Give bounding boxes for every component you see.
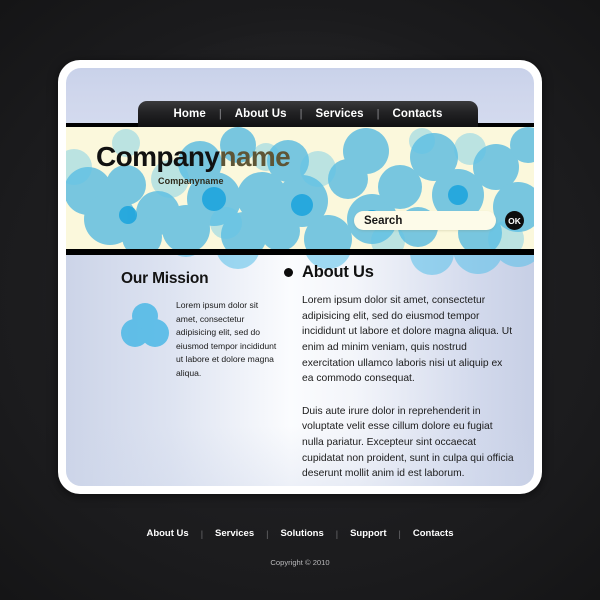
search-input[interactable]: Search <box>354 211 496 230</box>
website-card: Home | About Us | Services | Contacts Co… <box>58 60 542 494</box>
about-section: About Us Lorem ipsum dolor sit amet, con… <box>284 255 514 482</box>
footer-item-contacts[interactable]: Contacts <box>401 528 466 539</box>
main-navigation[interactable]: Home | About Us | Services | Contacts <box>138 101 478 127</box>
card-inner: Home | About Us | Services | Contacts Co… <box>66 68 534 486</box>
footer-item-solutions[interactable]: Solutions <box>268 528 335 539</box>
nav-item-contacts[interactable]: Contacts <box>379 108 455 120</box>
mission-title: Our Mission <box>121 270 209 287</box>
copyright-text: Copyright © 2010 <box>270 558 330 567</box>
nav-item-about-us[interactable]: About Us <box>222 108 300 120</box>
nav-item-home[interactable]: Home <box>161 108 219 120</box>
footer-item-services[interactable]: Services <box>203 528 266 539</box>
mission-body: Lorem ipsum dolor sit amet, consectetur … <box>121 299 281 380</box>
hero-banner: Companyname Companyname Search OK <box>66 127 534 249</box>
main-content: Our Mission Lorem ipsum dolor sit amet, … <box>66 255 534 486</box>
search-area[interactable]: Search OK <box>354 211 524 230</box>
bullet-icon <box>284 268 293 277</box>
footer-item-about-us[interactable]: About Us <box>134 528 200 539</box>
search-input-value: Search <box>364 214 403 227</box>
logo-text: Companyname <box>96 141 291 172</box>
banner-bottom-divider <box>66 249 534 255</box>
footer-item-support[interactable]: Support <box>338 528 398 539</box>
logo-subtitle: Companyname <box>158 176 224 186</box>
mission-section: Our Mission Lorem ipsum dolor sit amet, … <box>121 270 281 380</box>
about-heading: About Us <box>284 255 514 282</box>
about-paragraph-1: Lorem ipsum dolor sit amet, consectetur … <box>302 295 513 385</box>
logo-text-primary: Company <box>96 141 220 172</box>
mission-text: Lorem ipsum dolor sit amet, consectetur … <box>176 300 277 378</box>
about-paragraph-2: Duis aute irure dolor in reprehenderit i… <box>302 405 514 480</box>
about-title: About Us <box>302 263 374 281</box>
nav-item-services[interactable]: Services <box>302 108 376 120</box>
site-logo[interactable]: Companyname Companyname <box>96 141 291 187</box>
search-submit-button[interactable]: OK <box>505 211 524 230</box>
logo-text-secondary: name <box>219 141 291 172</box>
footer-navigation[interactable]: About Us | Services | Solutions | Suppor… <box>0 528 600 539</box>
three-circles-icon <box>121 303 169 347</box>
